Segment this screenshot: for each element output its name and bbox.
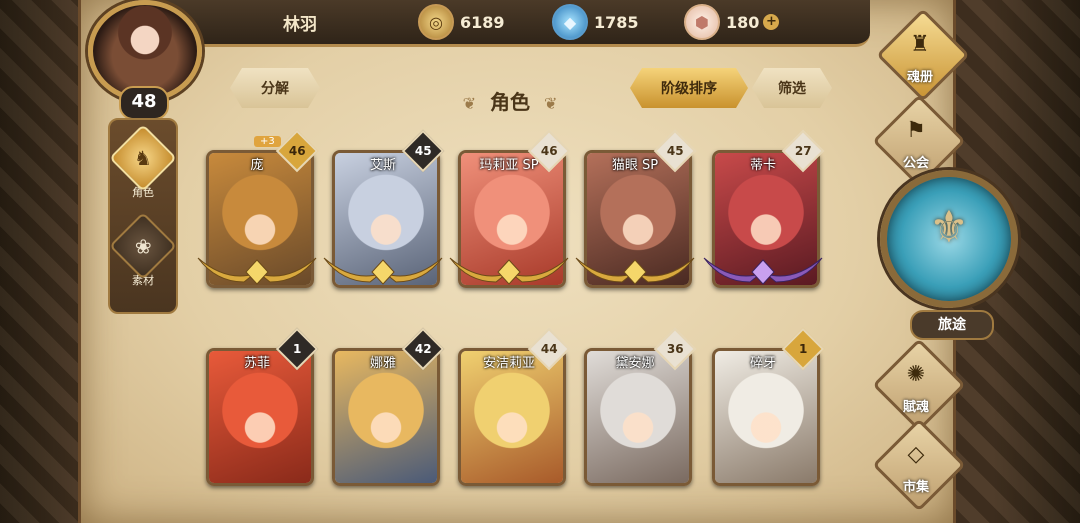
ornament-left-icon: ❦ [462, 94, 476, 113]
bonus-badge: +3 [254, 136, 281, 147]
soul-book-button[interactable]: ♜ 魂册 [872, 8, 970, 102]
market-button[interactable]: ◇ 市集 [868, 418, 966, 512]
gold-wings-rank-icon [197, 257, 317, 285]
flower-icon: ❀ [109, 212, 177, 280]
filter-button[interactable]: 筛选 [752, 68, 832, 108]
compass-emblem-icon: ⚜ [929, 202, 969, 253]
diamond-icon: ◇ [907, 442, 925, 467]
top-bar: 林羽 ◎ 6189 ◆ 1785 ⬢ 180 + [150, 0, 870, 47]
dragon-icon: ⚑ [906, 118, 926, 143]
coin-value: 6189 [460, 12, 505, 32]
left-nav: ♞ 角色 ❀ 素材 [108, 118, 178, 314]
character-card[interactable]: 娜雅 42 [332, 327, 445, 486]
guild-button[interactable]: ⚑ 公会 [868, 94, 966, 188]
nav-item-materials[interactable]: ❀ 素材 [109, 212, 177, 292]
gold-wings-rank-icon [323, 257, 443, 285]
player-name: 林羽 [283, 15, 317, 35]
character-card[interactable]: 玛莉亚 SP 46 [449, 129, 571, 288]
gold-wings-rank-icon [449, 257, 569, 285]
add-gem-button[interactable]: + [763, 14, 780, 30]
purple-wings-rank-icon [703, 257, 823, 285]
flame-icon: ✺ [906, 362, 926, 387]
page-title: ❦ 角色 ❦ [462, 90, 558, 114]
character-card[interactable]: 庞 46 +3 [197, 129, 319, 288]
character-card[interactable]: 碎牙 1 [712, 327, 825, 486]
gem-value: 180 [726, 12, 760, 32]
helmet-icon: ♜ [910, 32, 930, 57]
nav-item-characters[interactable]: ♞ 角色 [109, 124, 177, 204]
soul-gift-button[interactable]: ✺ 賦魂 [868, 338, 966, 432]
crystal-resource[interactable]: ◆ 1785 [552, 4, 639, 40]
character-card[interactable]: 蒂卡 27 [703, 129, 825, 288]
decompose-button[interactable]: 分解 [230, 68, 320, 108]
helmet-icon: ♞ [109, 124, 177, 192]
sort-button[interactable]: 阶级排序 [630, 68, 748, 108]
character-card[interactable]: 猫眼 SP 45 [575, 129, 697, 288]
gold-wings-rank-icon [575, 257, 695, 285]
travel-button[interactable]: ⚜ 旅途 [880, 170, 1018, 340]
coin-resource[interactable]: ◎ 6189 [418, 4, 505, 40]
coin-icon: ◎ [418, 4, 454, 40]
gem-resource[interactable]: ⬢ 180 + [684, 4, 780, 40]
character-card[interactable]: 艾斯 45 [323, 129, 445, 288]
character-card[interactable]: 苏菲 1 [206, 327, 319, 486]
character-card[interactable]: 安洁莉亚 44 [458, 327, 571, 486]
character-card[interactable]: 黛安娜 36 [584, 327, 697, 486]
crystal-value: 1785 [594, 12, 639, 32]
player-level: 48 [119, 86, 169, 120]
gem-icon: ⬢ [684, 4, 720, 40]
crystal-icon: ◆ [552, 4, 588, 40]
ornament-right-icon: ❦ [544, 94, 558, 113]
